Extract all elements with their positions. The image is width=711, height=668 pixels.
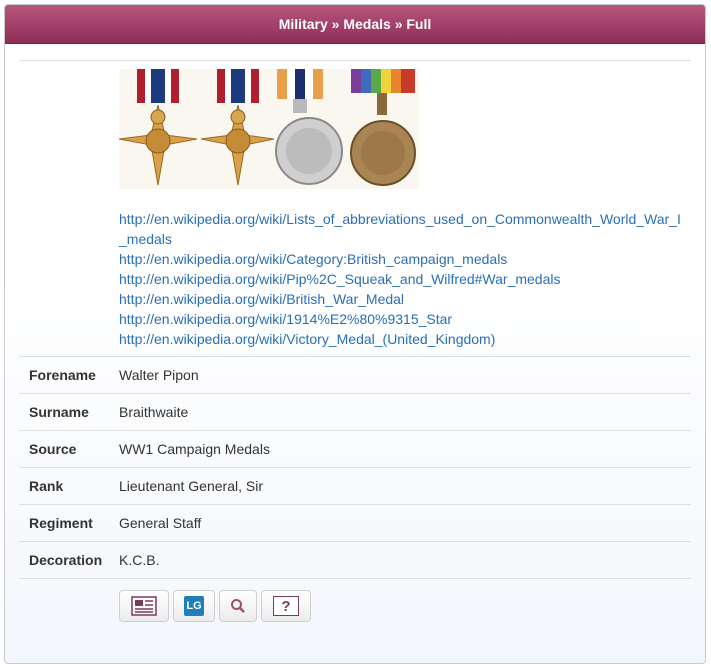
breadcrumb-medals[interactable]: Medals [343,16,390,32]
table-row: Rank Lieutenant General, Sir [19,467,691,505]
star-medal-icon [119,69,198,186]
breadcrumb-full: Full [406,16,432,32]
decoration-label: Decoration [19,541,119,579]
breadcrumb: Military » Medals » Full [5,5,705,44]
link-abbreviations[interactable]: http://en.wikipedia.org/wiki/Lists_of_ab… [119,209,683,249]
table-row: Surname Braithwaite [19,393,691,431]
search-button[interactable] [219,590,257,622]
surname-label: Surname [19,393,119,431]
decoration-value: K.C.B. [119,541,691,579]
table-row: Decoration K.C.B. [19,541,691,579]
help-icon-glyph: ? [281,597,291,615]
link-british-war-medal[interactable]: http://en.wikipedia.org/wiki/British_War… [119,289,683,309]
rank-label: Rank [19,467,119,505]
table-row: Forename Walter Pipon [19,356,691,394]
breadcrumb-separator: » [331,16,340,32]
source-value: WW1 Campaign Medals [119,430,691,468]
search-icon [231,599,245,613]
breadcrumb-separator: » [394,16,403,32]
record-panel: Military » Medals » Full http://en.wikip… [4,4,706,664]
surname-value: Braithwaite [119,393,691,431]
help-icon: ? [273,596,299,616]
silver-medal-icon [275,69,343,185]
star-medal-icon [200,69,275,186]
regiment-value: General Staff [119,504,691,542]
record-table: Forename Walter Pipon Surname Braithwait… [19,356,691,579]
medals-image [119,69,419,189]
link-1914-15-star[interactable]: http://en.wikipedia.org/wiki/1914%E2%80%… [119,309,683,329]
london-gazette-button[interactable]: LG [173,590,215,622]
table-row: Source WW1 Campaign Medals [19,430,691,468]
record-content: http://en.wikipedia.org/wiki/Lists_of_ab… [19,60,691,622]
forename-value: Walter Pipon [119,356,691,394]
link-victory-medal[interactable]: http://en.wikipedia.org/wiki/Victory_Med… [119,329,683,349]
table-row: Regiment General Staff [19,504,691,542]
source-label: Source [19,430,119,468]
bronze-medal-icon [350,69,416,186]
breadcrumb-military[interactable]: Military [279,16,328,32]
rank-value: Lieutenant General, Sir [119,467,691,505]
regiment-label: Regiment [19,504,119,542]
link-pip-squeak-wilfred[interactable]: http://en.wikipedia.org/wiki/Pip%2C_Sque… [119,269,683,289]
reference-links: http://en.wikipedia.org/wiki/Lists_of_ab… [119,209,683,349]
record-toolbar: LG ? [119,590,311,622]
forename-label: Forename [19,356,119,394]
newspaper-icon [131,596,157,616]
help-button[interactable]: ? [261,590,311,622]
newspaper-button[interactable] [119,590,169,622]
london-gazette-icon: LG [184,596,204,616]
link-campaign-medals[interactable]: http://en.wikipedia.org/wiki/Category:Br… [119,249,683,269]
